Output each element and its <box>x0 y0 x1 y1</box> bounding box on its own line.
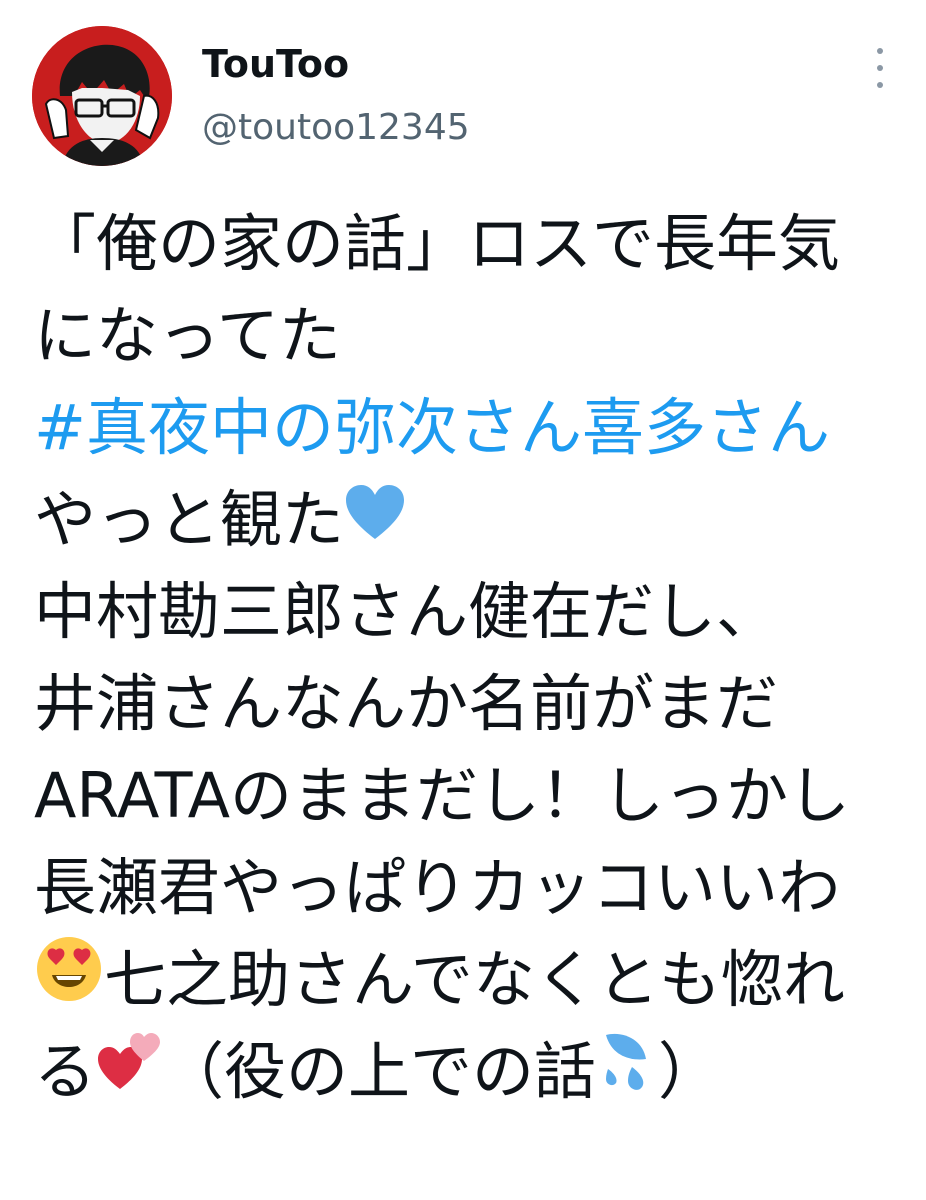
tweet-line: になってた <box>34 290 894 382</box>
user-handle[interactable]: @toutoo12345 <box>202 104 470 152</box>
tweet-line-text: 井浦さんなんか名前がまだ <box>34 667 779 740</box>
tweet-line-text: やっと観た <box>34 483 345 556</box>
more-vertical-icon-dot <box>877 82 883 88</box>
tweet-text: 「俺の家の話」ロスで長年気 になってた #真夜中の弥次さん喜多さん やっと観た … <box>34 198 894 1118</box>
tweet-line-text: 七之助さんでなくとも惚れ <box>104 943 845 1016</box>
avatar[interactable] <box>32 26 172 166</box>
tweet-line: 長瀬君やっぱりカッコいいわ <box>34 842 894 934</box>
tweet-line-text: ） <box>658 1035 721 1108</box>
avatar-image <box>32 26 172 166</box>
tweet-line-text: 長瀬君やっぱりカッコいいわ <box>34 851 841 924</box>
tweet-line-text: （役の上での話 <box>162 1035 597 1108</box>
tweet-line: やっと観た <box>34 474 894 566</box>
tweet-line: ARATAのままだし！しっかし <box>34 750 894 842</box>
display-name[interactable]: TouToo <box>202 40 349 88</box>
two-hearts-icon <box>96 1026 162 1118</box>
tweet-line-text: になってた <box>34 299 341 372</box>
tweet-line-text: 中村勘三郎さん健在だし、 <box>34 575 779 648</box>
blue-heart-icon <box>344 474 406 566</box>
tweet-line: 「俺の家の話」ロスで長年気 <box>34 198 894 290</box>
tweet-line: 七之助さんでなくとも惚れ <box>34 934 894 1026</box>
tweet-line-text: ARATAのままだし！しっかし <box>34 759 851 832</box>
tweet-line-text: る <box>34 1035 97 1108</box>
sweat-drops-icon <box>596 1026 658 1118</box>
tweet-line: る （役の上での話 ） <box>34 1026 894 1118</box>
tweet-line: #真夜中の弥次さん喜多さん <box>34 382 894 474</box>
tweet-line-text: 「俺の家の話」ロスで長年気 <box>34 207 841 280</box>
hashtag-link[interactable]: #真夜中の弥次さん喜多さん <box>34 382 830 474</box>
more-vertical-icon <box>877 48 883 54</box>
more-options-button[interactable] <box>868 48 892 88</box>
heart-eyes-icon <box>34 933 104 1028</box>
more-vertical-icon-dot <box>877 65 883 71</box>
tweet-header: TouToo @toutoo12345 <box>32 26 898 166</box>
tweet-line: 中村勘三郎さん健在だし、 <box>34 566 894 658</box>
tweet-line: 井浦さんなんか名前がまだ <box>34 658 894 750</box>
